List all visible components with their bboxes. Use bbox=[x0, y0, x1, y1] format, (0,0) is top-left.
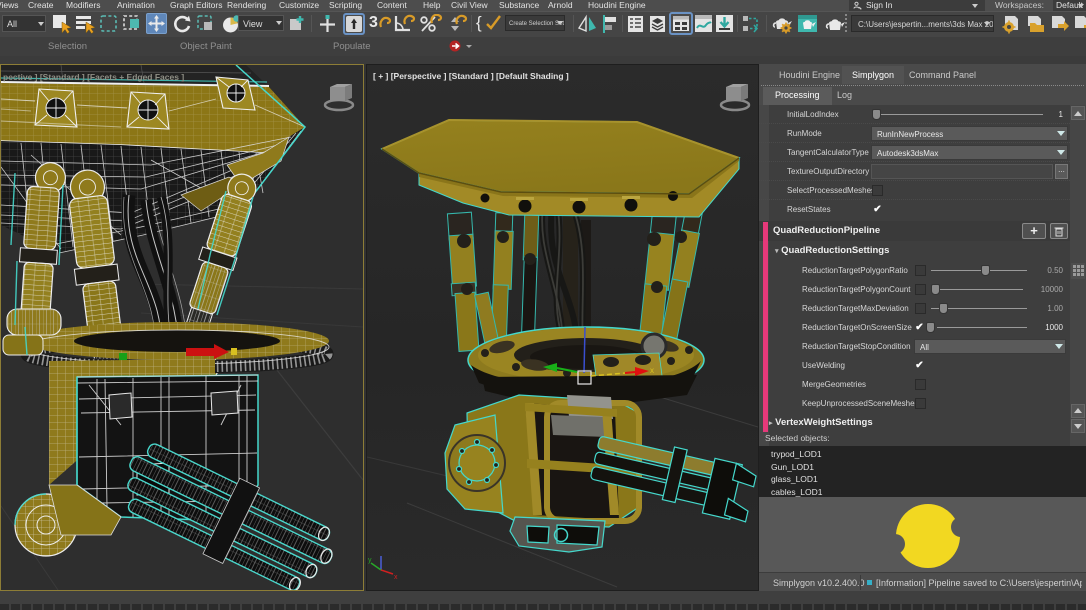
svg-text:y: y bbox=[368, 557, 372, 564]
svg-text:pective ] [Standard ] [Facet: pective ] [Standard ] [Facets + Edged Fa… bbox=[3, 72, 184, 82]
svg-text:x: x bbox=[650, 366, 654, 375]
svg-text:x: x bbox=[394, 574, 398, 581]
svg-text:[ + ] [Perspective ] [Standar: [ + ] [Perspective ] [Standard ] [Defaul… bbox=[373, 71, 569, 81]
